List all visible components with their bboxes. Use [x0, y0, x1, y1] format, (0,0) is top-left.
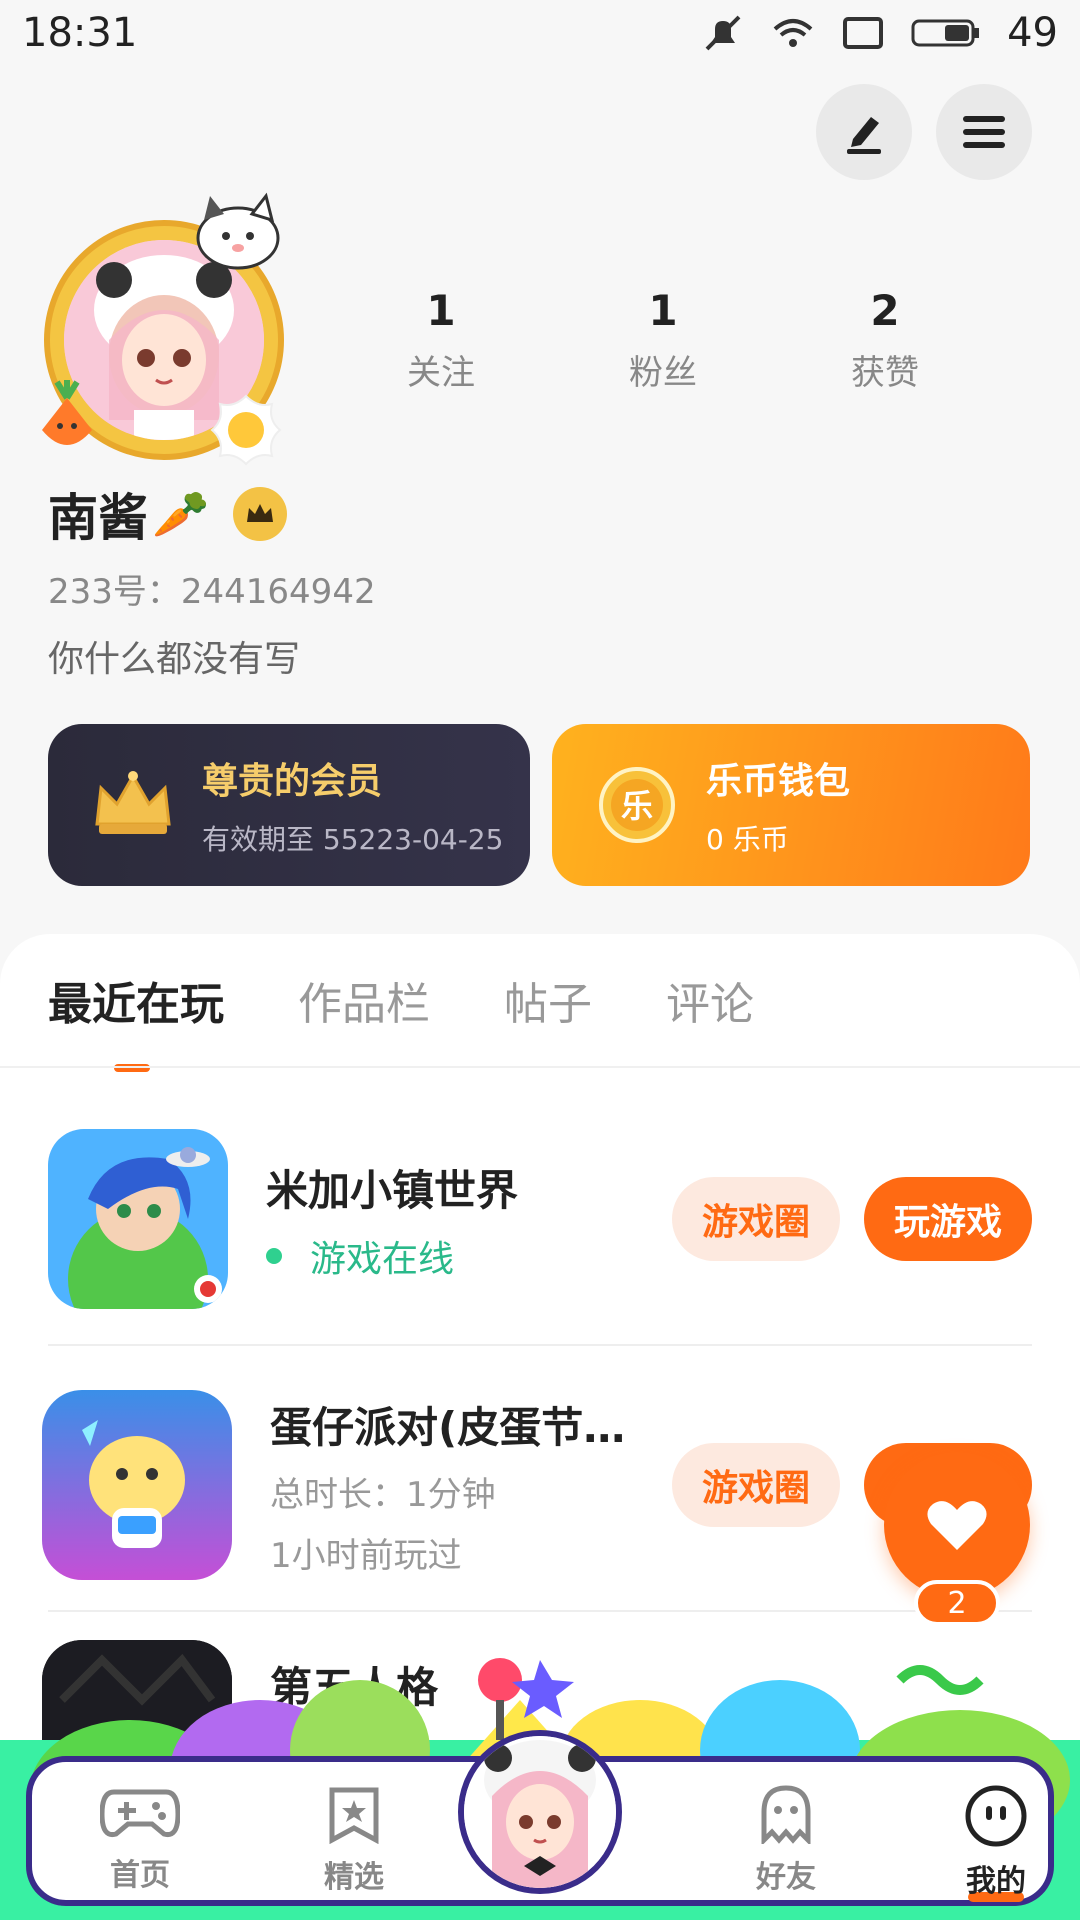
nav-item-me[interactable]: 我的 [936, 1784, 1056, 1902]
game-row[interactable]: 米加小镇世界 游戏在线 游戏圈 玩游戏 [48, 1104, 1032, 1334]
screen-icon [843, 17, 884, 49]
tab-recently-played[interactable]: 最近在玩 [48, 968, 224, 1072]
smile-face-icon [965, 1785, 1027, 1847]
like-fab[interactable] [884, 1452, 1030, 1598]
mute-bell-icon [705, 15, 741, 51]
star-bookmark-icon [329, 1787, 379, 1845]
nav-item-featured[interactable]: 精选 [294, 1784, 414, 1896]
game-icon-miga[interactable] [48, 1129, 228, 1309]
online-status: 游戏在线 [266, 1230, 652, 1282]
wallet-card-title: 乐币钱包 [706, 761, 851, 802]
stat-likes[interactable]: 2 获赞 [774, 286, 996, 394]
wallet-card[interactable]: 乐 乐币钱包 0 乐币 [552, 724, 1030, 886]
cat-decoration-icon [196, 192, 280, 270]
vip-membership-card[interactable]: 尊贵的会员 有效期至 55223-04-25 [48, 724, 530, 886]
profile-avatar[interactable] [36, 190, 296, 470]
tab-label: 最近在玩 [48, 979, 224, 1030]
tabs-divider [0, 1066, 1080, 1068]
game-circle-button[interactable]: 游戏圈 [672, 1443, 840, 1527]
row-divider [48, 1344, 1032, 1346]
play-game-button[interactable]: 玩游戏 [864, 1177, 1032, 1261]
coin-icon: 乐 [592, 760, 682, 850]
egg-decoration-icon [210, 394, 282, 466]
profile-stats: 1 关注 1 粉丝 2 获赞 [330, 286, 1020, 394]
nav-label: 我的 [966, 1864, 1026, 1899]
wallet-balance: 0 乐币 [706, 823, 789, 856]
nav-label: 首页 [110, 1858, 170, 1893]
stat-label: 获赞 [851, 353, 919, 393]
stat-label: 关注 [407, 353, 475, 393]
nav-label: 精选 [324, 1860, 384, 1895]
user-bio: 你什么都没有写 [48, 639, 301, 680]
status-bar: 18:31 49 [0, 0, 1080, 66]
username-emoji: 🥕 [152, 486, 210, 541]
vip-card-title: 尊贵的会员 [202, 761, 383, 802]
last-played: 1小时前玩过 [270, 1535, 462, 1576]
vip-crown-badge[interactable] [233, 487, 288, 541]
stat-label: 粉丝 [629, 353, 697, 393]
username: 南酱 [48, 489, 148, 547]
game-name: 米加小镇世界 [266, 1165, 519, 1215]
tab-works[interactable]: 作品栏 [298, 968, 430, 1032]
stat-following[interactable]: 1 关注 [330, 286, 552, 394]
online-dot-icon [266, 1247, 282, 1264]
gamepad-icon [99, 1789, 181, 1838]
gold-crown-icon [88, 760, 178, 850]
crown-icon [247, 504, 274, 522]
anime-avatar-icon [464, 1736, 616, 1888]
username-row: 南酱 🥕 [48, 478, 288, 550]
game-icon-eggy-party[interactable] [42, 1390, 232, 1580]
nav-label: 好友 [756, 1860, 816, 1895]
heart-icon [927, 1501, 987, 1550]
carrot-decoration-icon [42, 380, 92, 445]
coin-char: 乐 [621, 787, 653, 825]
game-circle-button[interactable]: 游戏圈 [672, 1177, 840, 1261]
tab-comments[interactable]: 评论 [666, 968, 754, 1032]
online-status-text: 游戏在线 [310, 1238, 455, 1280]
user-id: 233号：244164942 [48, 572, 376, 612]
nav-item-home[interactable]: 首页 [80, 1784, 200, 1894]
tab-posts[interactable]: 帖子 [504, 968, 592, 1032]
stat-followers[interactable]: 1 粉丝 [552, 286, 774, 394]
nav-center-avatar[interactable] [458, 1730, 622, 1894]
nav-item-friends[interactable]: 好友 [726, 1784, 846, 1896]
hamburger-icon [963, 116, 1005, 148]
stat-value: 1 [426, 286, 456, 335]
game-row[interactable]: 蛋仔派对(皮蛋节开… 总时长：1分钟 1小时前玩过 游戏圈 玩 [42, 1370, 1032, 1600]
stat-value: 1 [648, 286, 678, 335]
battery-level: 49 [1007, 10, 1058, 56]
stat-value: 2 [870, 286, 900, 335]
pencil-icon [847, 117, 881, 154]
vip-card-expiry: 有效期至 55223-04-25 [202, 823, 504, 856]
wifi-icon [773, 19, 813, 47]
menu-button[interactable] [936, 84, 1032, 180]
edit-profile-button[interactable] [816, 84, 912, 180]
battery-icon [911, 19, 980, 47]
row-divider [48, 1610, 1032, 1612]
status-time: 18:31 [22, 10, 138, 56]
game-name: 蛋仔派对(皮蛋节开… [270, 1402, 652, 1452]
like-count-badge: 2 [914, 1580, 1000, 1626]
profile-tabs: 最近在玩 作品栏 帖子 评论 [48, 934, 828, 1072]
play-duration: 总时长：1分钟 [270, 1474, 496, 1515]
ghost-icon [761, 1785, 811, 1847]
